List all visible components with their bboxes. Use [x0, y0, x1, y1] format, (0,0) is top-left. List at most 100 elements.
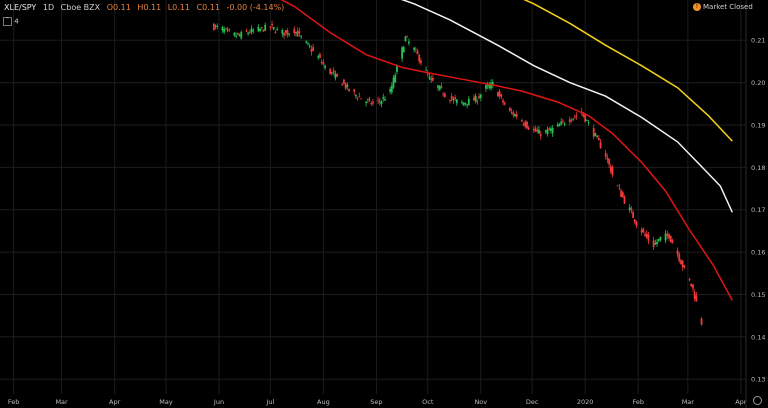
candle-body: [645, 233, 648, 238]
candle-body: [284, 30, 287, 33]
candle-body: [402, 47, 405, 53]
y-tick-label: 0.20: [751, 79, 765, 87]
candle-body: [502, 100, 504, 103]
candle-body: [307, 43, 309, 45]
candle-body: [394, 74, 397, 83]
candle-body: [390, 85, 393, 93]
x-tick-label: Feb: [8, 398, 20, 406]
candle-body: [408, 41, 410, 44]
candle-body: [478, 96, 480, 99]
candle-body: [413, 47, 415, 50]
candle-body: [214, 25, 217, 27]
candle-body: [235, 35, 238, 37]
candle-body: [462, 102, 465, 106]
market-status-label: Market Closed: [703, 3, 753, 11]
candle-body: [360, 98, 362, 100]
low-value: L0.11: [167, 3, 190, 12]
candle-body: [616, 185, 619, 187]
market-status: ! Market Closed: [693, 3, 753, 11]
candle-body: [288, 33, 291, 35]
candle-body: [668, 234, 670, 239]
x-tick-label: Mar: [55, 398, 68, 406]
candle-body: [341, 83, 344, 86]
y-tick-label: 0.19: [751, 121, 765, 129]
candle-body: [630, 208, 633, 211]
candle-body: [281, 29, 284, 34]
chevron-up-icon[interactable]: ˄: [3, 17, 12, 26]
candle-body: [293, 28, 296, 34]
candle-body: [252, 30, 255, 32]
candle-body: [236, 32, 239, 35]
candle-body: [319, 54, 321, 58]
candle-body: [681, 260, 684, 268]
price-chart[interactable]: Feb Mar Apr May Jun Jul Aug Sep Oct Nov Dec 2020 Feb…: [0, 0, 768, 408]
candle-body: [257, 26, 260, 31]
candle-body: [305, 41, 308, 43]
candle-body: [500, 94, 503, 98]
candle-body: [695, 295, 698, 302]
candle-body: [693, 292, 696, 299]
candle-body: [635, 221, 638, 226]
candle-body: [269, 26, 272, 28]
candle-body: [538, 129, 540, 134]
candle-body: [368, 99, 371, 101]
settings-icon[interactable]: [753, 396, 762, 405]
candle-body: [418, 54, 421, 62]
candle-body: [628, 207, 631, 210]
candle-body: [497, 92, 499, 97]
symbol-label[interactable]: XLE/SPY: [4, 3, 36, 12]
candle-body: [508, 107, 511, 111]
candle-body: [238, 34, 241, 36]
candle-body: [498, 91, 501, 96]
candle-body: [343, 79, 345, 84]
candle-body: [272, 27, 275, 30]
candle-body: [452, 99, 455, 100]
candle-body: [264, 24, 267, 31]
candle-body: [404, 36, 407, 42]
candle-body: [666, 234, 669, 236]
candle-body: [640, 230, 643, 233]
candle-body: [221, 27, 224, 31]
interval-label[interactable]: 1D: [43, 3, 54, 12]
x-tick-label: Mar: [682, 398, 695, 406]
candle-body: [597, 137, 600, 141]
candle-body: [454, 97, 457, 100]
candle-body: [274, 32, 277, 33]
candle-body: [431, 77, 434, 81]
x-tick-label: Jul: [265, 398, 274, 406]
legend-header: XLE/SPY 1D Cboe BZX O0.11 H0.11 L0.11 C0…: [4, 3, 288, 12]
candle-body: [652, 240, 655, 248]
high-value: H0.11: [137, 3, 162, 12]
candle-body: [515, 113, 518, 117]
candle-body: [608, 158, 611, 165]
candle-body: [283, 32, 285, 36]
candle-body: [223, 28, 226, 33]
candle-body: [233, 32, 236, 36]
indicator-toggle[interactable]: ˄ 4: [3, 17, 19, 26]
change-value: -0.00 (-4.14%): [226, 3, 285, 12]
candle-body: [245, 30, 248, 32]
y-tick-label: 0.16: [751, 249, 765, 257]
x-tick-label: Aug: [317, 398, 330, 406]
candle-body: [425, 69, 427, 71]
candle-body: [599, 141, 602, 149]
candle-body: [539, 134, 542, 137]
candle-body: [358, 96, 361, 98]
exchange-label: Cboe BZX: [60, 3, 101, 12]
candle-body: [240, 31, 243, 39]
close-value: C0.11: [196, 3, 220, 12]
candle-body: [510, 111, 513, 113]
candle-body: [656, 242, 658, 244]
candle-body: [365, 101, 368, 104]
candle-body: [437, 85, 439, 88]
candle-body: [485, 85, 487, 89]
candle-body: [322, 62, 325, 65]
candle-body: [440, 86, 443, 88]
candle-body: [286, 30, 289, 35]
candle-body: [611, 166, 614, 176]
candle-body: [348, 88, 350, 91]
candle-body: [659, 236, 662, 240]
candle-body: [461, 101, 463, 103]
candle-body: [534, 128, 537, 132]
candle-body: [247, 32, 249, 35]
